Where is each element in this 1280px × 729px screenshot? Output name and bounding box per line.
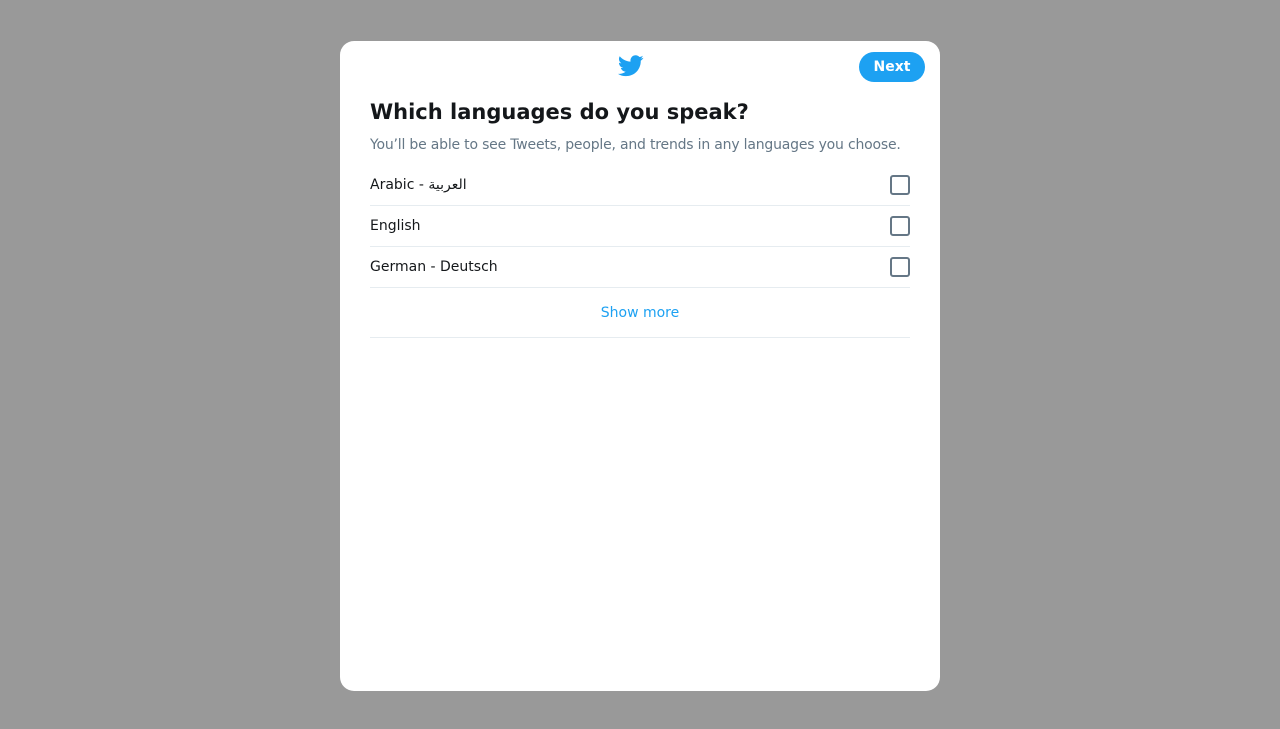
language-item-english[interactable]: English — [370, 206, 910, 247]
language-checkbox[interactable] — [890, 216, 910, 236]
modal-content: Which languages do you speak? You’ll be … — [340, 97, 940, 338]
language-checkbox[interactable] — [890, 257, 910, 277]
language-label: English — [370, 218, 421, 234]
language-checkbox[interactable] — [890, 175, 910, 195]
language-list: Arabic - العربية English German - Deutsc… — [370, 165, 910, 338]
language-label: Arabic - العربية — [370, 177, 467, 193]
show-more-button[interactable]: Show more — [370, 288, 910, 338]
language-label: German - Deutsch — [370, 259, 498, 275]
show-more-label: Show more — [600, 304, 680, 321]
language-item-german[interactable]: German - Deutsch — [370, 247, 910, 288]
next-button[interactable]: Next — [859, 52, 925, 82]
page-title: Which languages do you speak? — [370, 100, 749, 124]
page-subtitle: You’ll be able to see Tweets, people, an… — [370, 137, 901, 153]
language-item-arabic[interactable]: Arabic - العربية — [370, 165, 910, 206]
modal-header: Next — [340, 41, 940, 93]
language-selection-modal: Next Which languages do you speak? You’l… — [340, 41, 940, 691]
twitter-bird-icon — [618, 55, 644, 77]
